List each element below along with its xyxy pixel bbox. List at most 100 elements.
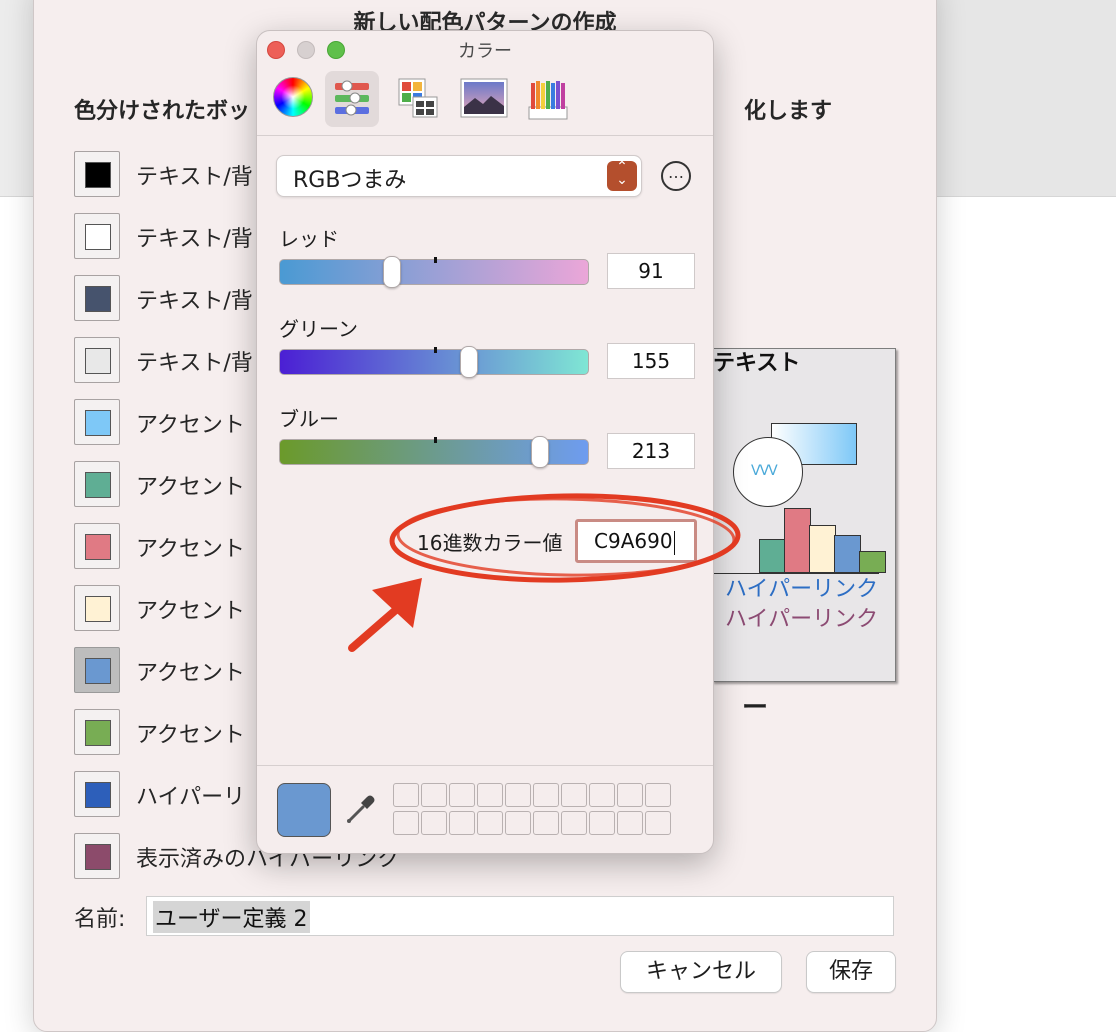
color-sliders-icon (335, 80, 369, 116)
color-swatch-button[interactable] (74, 709, 120, 755)
name-input-value: ユーザー定義 2 (153, 901, 310, 933)
cancel-button[interactable]: キャンセル (620, 951, 782, 993)
slider-knob[interactable] (460, 346, 478, 378)
slider-knob[interactable] (383, 256, 401, 288)
color-swatch-fill (85, 844, 111, 870)
saved-color-slot[interactable] (561, 783, 587, 807)
preview-bar-chart (713, 499, 886, 574)
text-caret (673, 530, 675, 555)
current-color-well[interactable] (277, 783, 331, 837)
slider-value-field[interactable]: 213 (607, 433, 695, 469)
saved-color-slot[interactable] (393, 811, 419, 835)
slider-tick (434, 437, 437, 443)
color-row-label: テキスト/背 (136, 165, 253, 190)
color-swatch-fill (85, 658, 111, 684)
hex-color-label: 16進数カラー値 (417, 531, 563, 555)
hex-color-input[interactable]: C9A690 (575, 519, 697, 563)
pencils-icon (528, 81, 568, 120)
slider-mode-label: RGBつまみ (293, 168, 407, 193)
saved-color-slot[interactable] (589, 783, 615, 807)
color-swatch-button[interactable] (74, 399, 120, 445)
tab-color-palettes[interactable] (391, 71, 445, 127)
color-row-label: ハイパーリ (136, 785, 246, 810)
color-row-label: テキスト/背 (136, 289, 253, 314)
color-swatch-button[interactable] (74, 337, 120, 383)
saved-color-slot[interactable] (393, 783, 419, 807)
color-swatch-fill (85, 596, 111, 622)
sample-name-tail: ー (742, 693, 769, 723)
saved-color-slot[interactable] (421, 811, 447, 835)
color-row-label: アクセント (136, 723, 245, 748)
preview-visited-hyperlink: ハイパーリンク (725, 607, 879, 632)
saved-color-slot[interactable] (589, 811, 615, 835)
saved-color-slot[interactable] (645, 783, 671, 807)
eyedropper-icon[interactable] (343, 791, 379, 827)
more-options-icon[interactable]: … (661, 161, 691, 191)
color-swatch-fill (85, 410, 111, 436)
saved-color-slot[interactable] (561, 811, 587, 835)
color-swatch-button[interactable] (74, 647, 120, 693)
panel-bottom-divider (257, 765, 713, 766)
color-row-label: アクセント (136, 537, 245, 562)
color-swatch-button[interactable] (74, 275, 120, 321)
slider-label: ブルー (279, 407, 339, 431)
slider-mode-popup[interactable]: RGBつまみ ⌃ ⌄ (276, 155, 642, 197)
color-wheel-icon (273, 77, 313, 117)
tab-color-wheel[interactable] (265, 71, 319, 127)
toolbar-divider (257, 135, 713, 136)
saved-color-slot[interactable] (477, 783, 503, 807)
panel-title: カラー (458, 41, 512, 62)
color-swatch-button[interactable] (74, 151, 120, 197)
color-swatch-fill (85, 782, 111, 808)
saved-color-slot[interactable] (645, 811, 671, 835)
saved-color-slot[interactable] (449, 783, 475, 807)
color-row-label: テキスト/背 (136, 351, 253, 376)
saved-color-slot[interactable] (617, 783, 643, 807)
saved-color-slot[interactable] (505, 811, 531, 835)
saved-color-slot[interactable] (449, 811, 475, 835)
slider-value-field[interactable]: 91 (607, 253, 695, 289)
color-row-label: アクセント (136, 661, 245, 686)
color-slider[interactable] (279, 346, 589, 378)
saved-color-slot[interactable] (533, 811, 559, 835)
tab-pencils[interactable] (521, 71, 575, 127)
tab-color-sliders[interactable] (325, 71, 379, 127)
color-swatch-button[interactable] (74, 523, 120, 569)
preview-hyperlink: ハイパーリンク (725, 577, 879, 602)
preview-bar (784, 508, 811, 573)
color-swatch-button[interactable] (74, 833, 120, 879)
color-slider[interactable] (279, 256, 589, 288)
image-palettes-icon (460, 78, 508, 118)
saved-color-slot[interactable] (617, 811, 643, 835)
preview-bar (834, 535, 861, 573)
preview-text: テキスト (713, 351, 801, 376)
slider-tick (434, 257, 437, 263)
color-swatch-fill (85, 286, 111, 312)
color-swatch-fill (85, 348, 111, 374)
color-swatch-fill (85, 472, 111, 498)
hex-color-value: C9A690 (594, 529, 673, 553)
saved-color-slot[interactable] (477, 811, 503, 835)
slider-label: レッド (279, 227, 339, 251)
instruction-text-tail: 化します (744, 99, 833, 124)
chevron-updown-icon: ⌃ ⌄ (607, 160, 637, 191)
save-button[interactable]: 保存 (806, 951, 896, 993)
background-window-right (936, 0, 1116, 196)
color-swatch-button[interactable] (74, 213, 120, 259)
saved-color-slot[interactable] (505, 783, 531, 807)
color-swatch-fill (85, 534, 111, 560)
color-row-label: アクセント (136, 475, 245, 500)
saved-color-slot[interactable] (421, 783, 447, 807)
slider-tick (434, 347, 437, 353)
color-swatch-button[interactable] (74, 771, 120, 817)
name-input[interactable]: ユーザー定義 2 (146, 896, 894, 936)
saved-color-slot[interactable] (533, 783, 559, 807)
color-slider[interactable] (279, 436, 589, 468)
preview-bar (759, 539, 786, 573)
tab-image-palettes[interactable] (457, 71, 511, 127)
color-swatch-fill (85, 720, 111, 746)
slider-value-field[interactable]: 155 (607, 343, 695, 379)
color-swatch-button[interactable] (74, 585, 120, 631)
color-swatch-button[interactable] (74, 461, 120, 507)
slider-knob[interactable] (531, 436, 549, 468)
